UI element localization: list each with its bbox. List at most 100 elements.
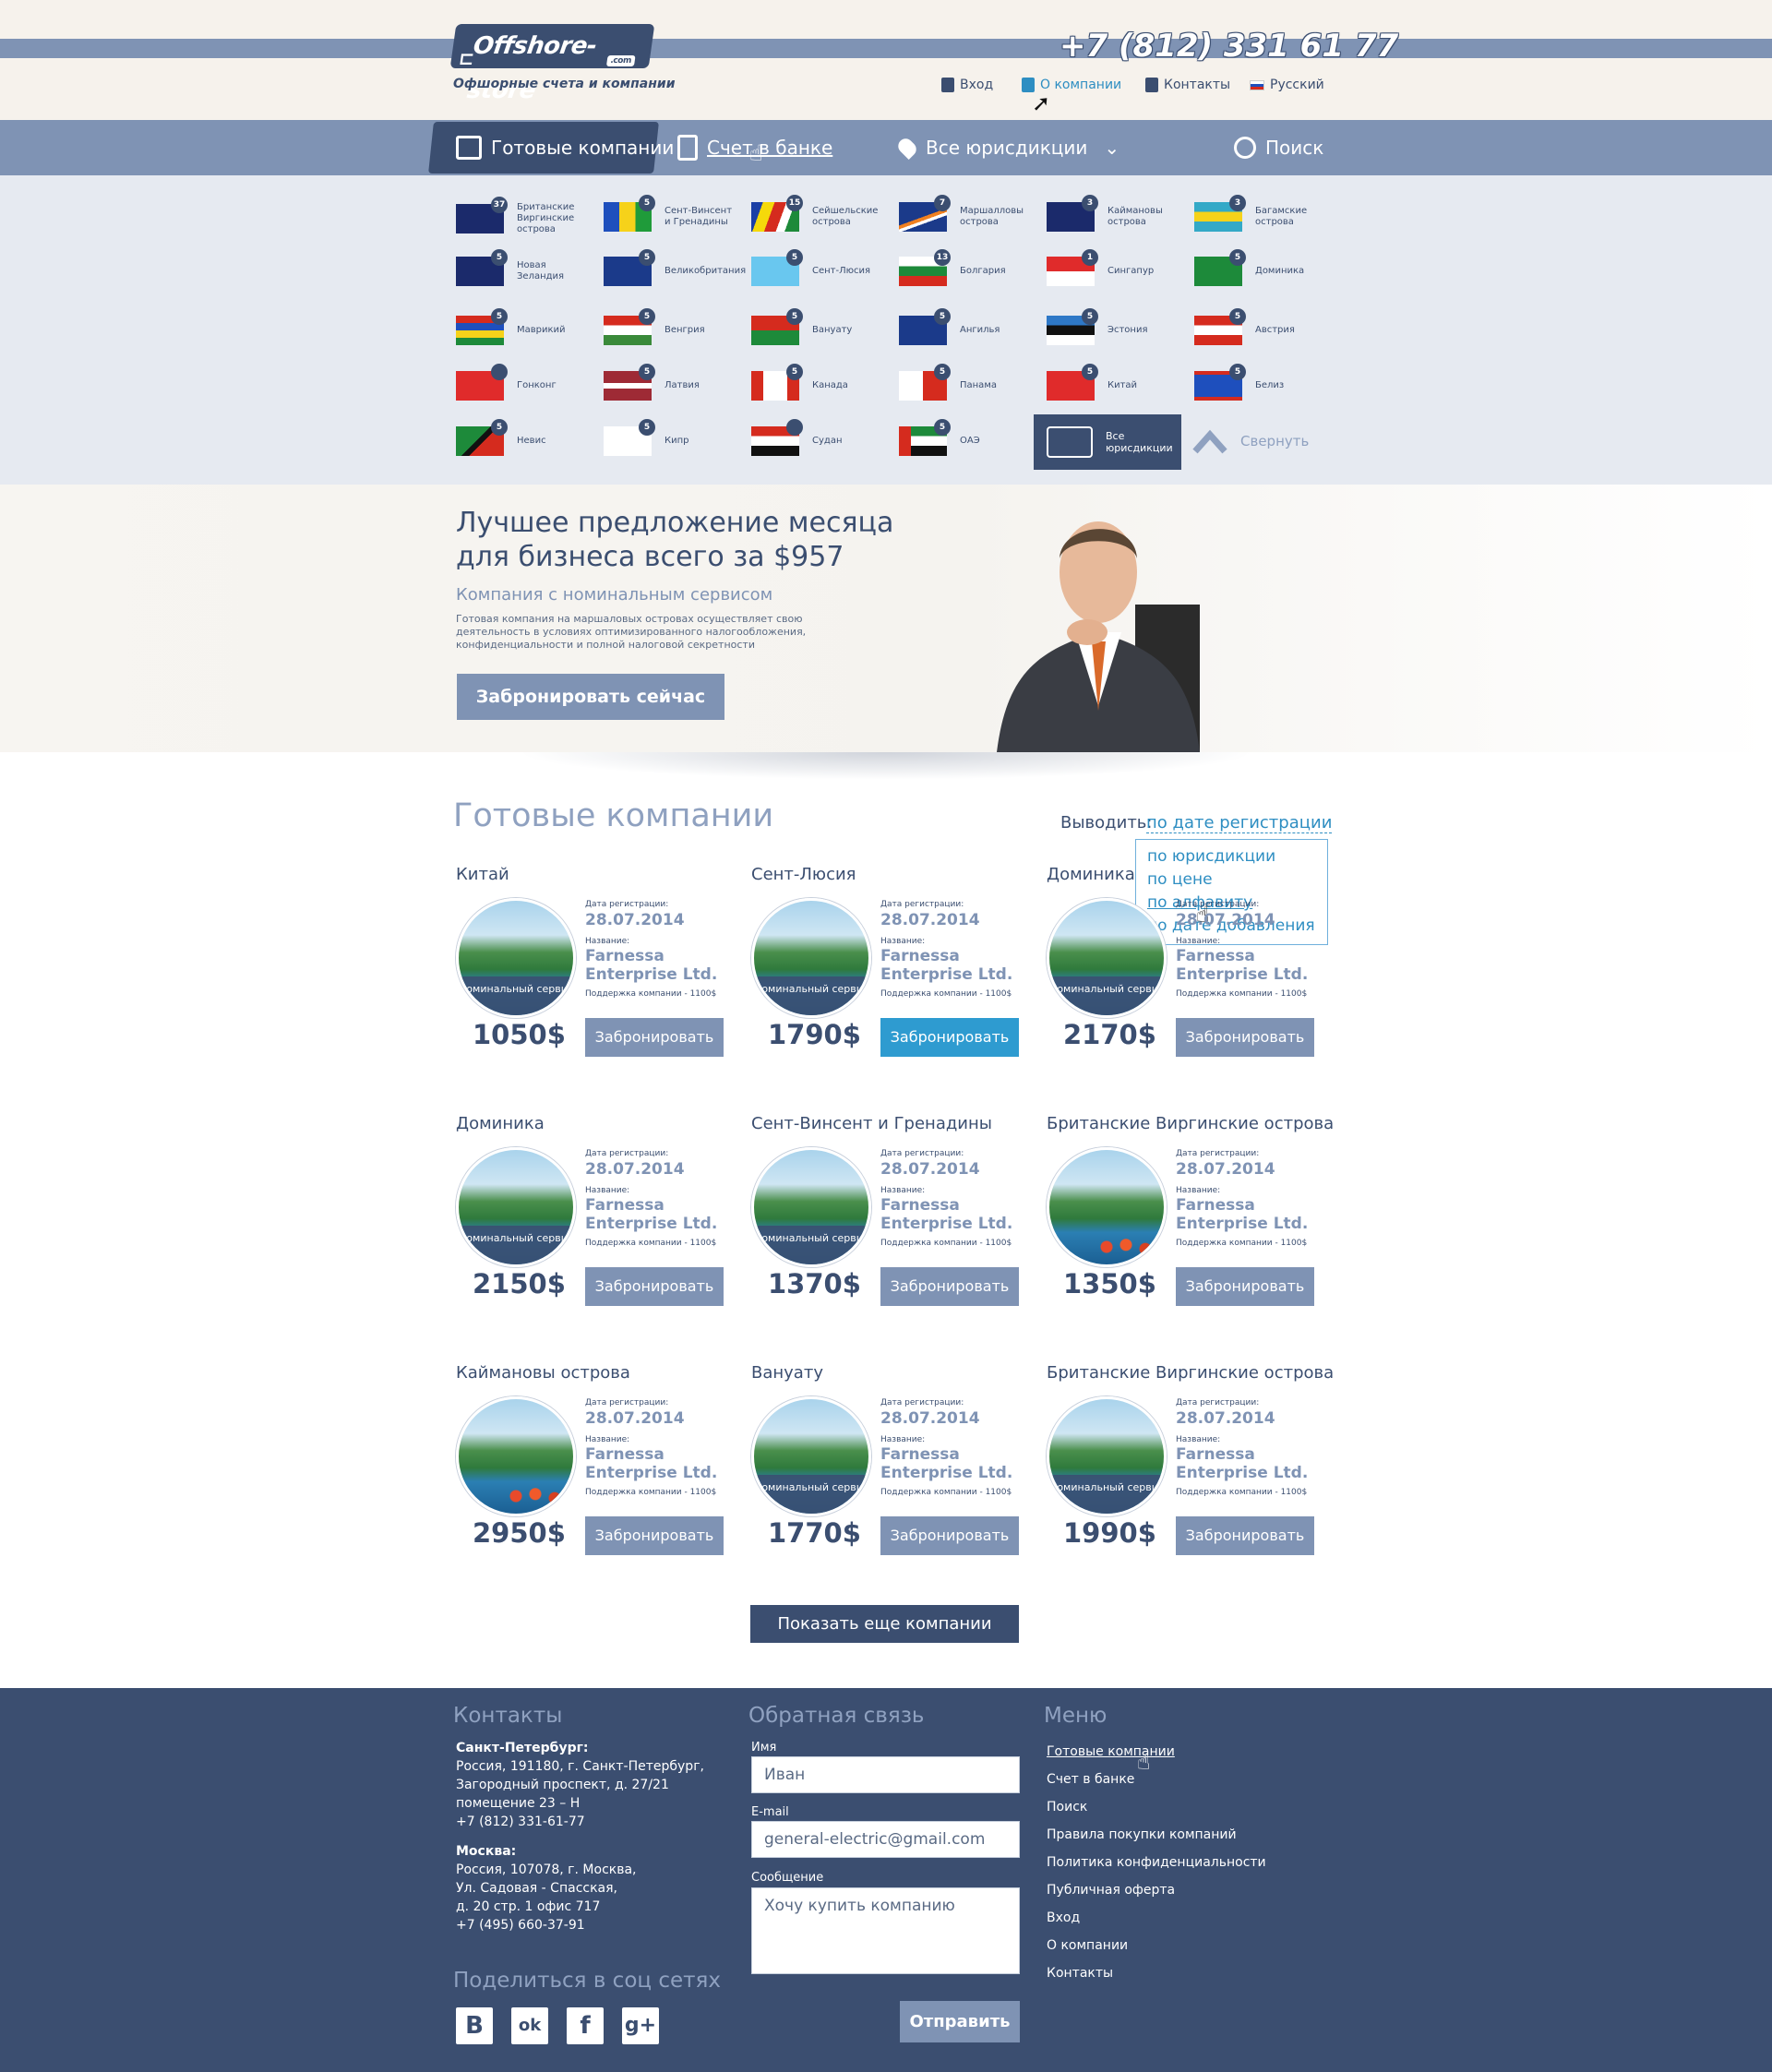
book-button[interactable]: Забронировать (880, 1018, 1019, 1057)
jurisdiction-item[interactable]: 5 Маврикий (456, 308, 593, 345)
vk-icon[interactable]: B (456, 2007, 493, 2044)
jurisdiction-item[interactable]: 5 ОАЭ (899, 419, 1036, 456)
msk-phone[interactable]: +7 (495) 660-37-91 (456, 1916, 714, 1934)
support-price: Поддержка компании - 1100$ (1176, 1488, 1308, 1497)
company-name[interactable]: Farnessa Enterprise Ltd. (880, 1196, 1028, 1233)
jurisdiction-item[interactable]: 5 Кипр (604, 419, 740, 456)
book-now-button[interactable]: Забронировать сейчас (457, 674, 724, 720)
footer-menu-item[interactable]: Политика конфиденциальности (1047, 1855, 1266, 1870)
all-jurisdictions-label: Все юрисдикции (1106, 430, 1173, 454)
company-country[interactable]: Каймановы острова (456, 1363, 630, 1383)
phone-number[interactable]: +7 (812) 331 61 77 (1060, 28, 1398, 65)
footer-menu-item[interactable]: О компании (1047, 1938, 1128, 1953)
book-button[interactable]: Забронировать (585, 1018, 724, 1057)
odnoklassniki-icon[interactable]: ok (511, 2007, 548, 2044)
company-name[interactable]: Farnessa Enterprise Ltd. (880, 1445, 1028, 1482)
jurisdiction-item[interactable]: 5 Невис (456, 419, 593, 456)
footer-contacts: Санкт-Петербург: Россия, 191180, г. Санк… (456, 1739, 714, 1934)
jurisdiction-item[interactable]: 5 Австрия (1194, 308, 1331, 345)
company-name[interactable]: Farnessa Enterprise Ltd. (1176, 947, 1323, 984)
date-label: Дата регистрации: (880, 1398, 964, 1407)
jurisdiction-item[interactable]: 13 Болгария (899, 249, 1036, 286)
jurisdiction-item[interactable]: 5 Латвия (604, 364, 740, 401)
jurisdiction-item[interactable]: 3 Багамские острова (1194, 195, 1331, 232)
jurisdiction-item[interactable]: 5 Доминика (1194, 249, 1331, 286)
logo[interactable]: ⊏ Offshore-store .com (449, 24, 655, 104)
jurisdiction-item[interactable]: 5 Новая Зеландия (456, 249, 593, 286)
spb-phone[interactable]: +7 (812) 331-61-77 (456, 1813, 714, 1831)
all-jurisdictions-button[interactable]: Все юрисдикции (1034, 414, 1181, 470)
send-button[interactable]: Отправить (900, 2001, 1020, 2042)
footer-menu-item[interactable]: Публичная оферта (1047, 1883, 1175, 1898)
jurisdiction-item[interactable]: 5 Белиз (1194, 364, 1331, 401)
jurisdiction-item[interactable]: 5 Великобритания (604, 249, 746, 286)
footer-menu-item[interactable]: Вход (1047, 1910, 1080, 1925)
jurisdiction-item[interactable]: 15 Сейшельские острова (751, 195, 888, 232)
count-badge: 13 (934, 249, 951, 266)
jurisdiction-item[interactable]: 5 Панама (899, 364, 1036, 401)
jurisdiction-item[interactable]: 5 Китай (1047, 364, 1183, 401)
jurisdiction-item[interactable]: 5 Эстония (1047, 308, 1183, 345)
book-button[interactable]: Забронировать (1176, 1267, 1314, 1306)
company-name[interactable]: Farnessa Enterprise Ltd. (1176, 1445, 1323, 1482)
book-button[interactable]: Забронировать (880, 1516, 1019, 1555)
jurisdiction-item[interactable]: Судан (751, 419, 888, 456)
company-country[interactable]: Доминика (1047, 865, 1135, 884)
registration-date: 28.07.2014 (1176, 1160, 1275, 1179)
jurisdiction-item[interactable]: 7 Маршалловы острова (899, 195, 1036, 232)
facebook-icon[interactable]: f (567, 2007, 604, 2044)
footer-menu-item[interactable]: Счет в банке (1047, 1772, 1134, 1787)
nav-search[interactable]: Поиск (1234, 120, 1323, 175)
company-name[interactable]: Farnessa Enterprise Ltd. (880, 947, 1028, 984)
jurisdiction-item[interactable]: 5 Сент-Люсия (751, 249, 888, 286)
jurisdiction-item[interactable]: 3 Каймановы острова (1047, 195, 1183, 232)
company-country[interactable]: Китай (456, 865, 509, 884)
message-field[interactable]: Хочу купить компанию (751, 1887, 1020, 1974)
jurisdiction-item[interactable]: 1 Сингапур (1047, 249, 1183, 286)
nav-ready-companies-label: Готовые компании (491, 137, 675, 159)
company-country[interactable]: Вануату (751, 1363, 823, 1383)
google-plus-icon[interactable]: g+ (622, 2007, 659, 2044)
show-more-button[interactable]: Показать еще компании (750, 1605, 1019, 1643)
sort-select[interactable]: по дате регистрации (1146, 813, 1333, 833)
name-field[interactable]: Иван (751, 1756, 1020, 1793)
footer-menu-item[interactable]: Поиск (1047, 1800, 1087, 1814)
jurisdiction-item[interactable]: 5 Ангилья (899, 308, 1036, 345)
jurisdiction-item[interactable]: Гонконг (456, 364, 593, 401)
footer-menu-item[interactable]: Готовые компании (1047, 1744, 1175, 1759)
language-link[interactable]: Русский (1250, 78, 1324, 92)
nav-jurisdictions[interactable]: Все юрисдикции ⌄ (894, 120, 1119, 175)
company-name[interactable]: Farnessa Enterprise Ltd. (585, 1196, 733, 1233)
nav-ready-companies[interactable]: Готовые компании (456, 120, 674, 175)
contacts-link[interactable]: Контакты (1145, 78, 1230, 92)
collapse-button[interactable]: Свернуть (1192, 424, 1309, 459)
company-name[interactable]: Farnessa Enterprise Ltd. (1176, 1196, 1323, 1233)
book-button[interactable]: Забронировать (1176, 1018, 1314, 1057)
spb-title: Санкт-Петербург: (456, 1741, 589, 1755)
jurisdiction-item[interactable]: 5 Сент-Винсент и Гренадины (604, 195, 740, 232)
company-country[interactable]: Доминика (456, 1114, 545, 1133)
registration-date: 28.07.2014 (585, 1160, 685, 1179)
company-country[interactable]: Сент-Люсия (751, 865, 856, 884)
book-button[interactable]: Забронировать (880, 1267, 1019, 1306)
company-name[interactable]: Farnessa Enterprise Ltd. (585, 947, 733, 984)
jurisdiction-item[interactable]: 5 Канада (751, 364, 888, 401)
book-button[interactable]: Забронировать (585, 1516, 724, 1555)
footer-menu-item[interactable]: Контакты (1047, 1966, 1113, 1981)
businessman-image (997, 521, 1200, 752)
jurisdiction-label: Гонконг (517, 380, 557, 390)
jurisdiction-item[interactable]: 5 Венгрия (604, 308, 740, 345)
company-country[interactable]: Британские Виргинские острова (1047, 1114, 1334, 1133)
book-button[interactable]: Забронировать (1176, 1516, 1314, 1555)
jurisdiction-item[interactable]: 5 Вануату (751, 308, 888, 345)
email-field[interactable]: general-electric@gmail.com (751, 1821, 1020, 1858)
book-button[interactable]: Забронировать (585, 1267, 724, 1306)
header (0, 0, 1772, 120)
footer-feedback-title: Обратная связь (748, 1704, 925, 1728)
jurisdiction-item[interactable]: 37 Британские Виргинские острова (456, 197, 593, 235)
footer-menu-item[interactable]: Правила покупки компаний (1047, 1827, 1237, 1842)
company-country[interactable]: Сент-Винсент и Гренадины (751, 1114, 992, 1133)
company-name[interactable]: Farnessa Enterprise Ltd. (585, 1445, 733, 1482)
company-country[interactable]: Британские Виргинские острова (1047, 1363, 1334, 1383)
login-link[interactable]: Вход (941, 78, 993, 92)
